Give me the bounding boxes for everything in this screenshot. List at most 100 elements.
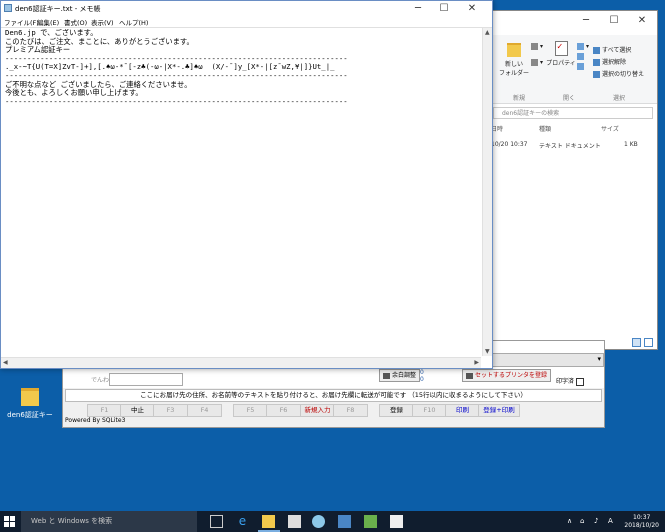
f10-button[interactable]: F10 — [412, 404, 447, 417]
ime-indicator[interactable]: A — [608, 517, 613, 525]
scroll-down-icon[interactable]: ▼ — [485, 348, 490, 355]
phone-label: でんわ — [91, 377, 110, 384]
register-button[interactable]: 登録 — [379, 404, 414, 417]
f6-button[interactable]: F6 — [266, 404, 301, 417]
edge-icon[interactable]: e — [236, 515, 249, 528]
margin-value-left: 0 — [420, 376, 424, 383]
network-icon[interactable]: ⌂ — [580, 517, 584, 525]
notepad-menubar: ファイル(F) 編集(E) 書式(O) 表示(V) ヘルプ(H) — [1, 16, 492, 28]
powered-by-label: Powered By SQLite3 — [65, 417, 126, 424]
text-line: ----------------------------------------… — [5, 96, 348, 106]
explorer-search-input[interactable]: den6認証キーの検索 — [493, 107, 653, 119]
menu-view[interactable]: 表示(V) — [91, 17, 114, 27]
close-icon[interactable]: ✕ — [631, 15, 653, 26]
history-icon[interactable] — [577, 63, 586, 70]
clock-time: 10:37 — [633, 514, 651, 521]
ribbon-group-new: 新規 — [513, 95, 526, 102]
select-none-button[interactable]: 選択解除 — [593, 57, 626, 66]
print-button[interactable]: 印刷 — [445, 404, 480, 417]
file-size[interactable]: 1 KB — [624, 141, 638, 148]
margin-value-top: 0 — [420, 369, 424, 376]
volume-icon[interactable]: ♪ — [594, 517, 598, 525]
margin-adjust-button[interactable]: 余白調整 — [379, 369, 421, 382]
notepad-titlebar[interactable]: den6認証キー.txt - メモ帳 ─ ☐ ✕ — [1, 1, 492, 16]
printer-icon — [383, 372, 390, 379]
new-folder-button[interactable]: 新しい フォルダー — [497, 43, 531, 77]
new-entry-button[interactable]: 新規入力 — [300, 404, 335, 417]
scroll-up-icon[interactable]: ▲ — [485, 29, 490, 36]
properties-icon: ✓ — [554, 41, 568, 56]
notepad-title: den6認証キー.txt - メモ帳 — [15, 5, 101, 13]
menu-file[interactable]: ファイル(F) — [4, 17, 39, 27]
paste-area-note[interactable]: ここにお届け先の住所、お名前等のテキストを貼り付けると、お届け先欄に転送が可能で… — [65, 389, 602, 402]
open-icon[interactable]: ▾ — [577, 43, 589, 50]
cancel-button[interactable]: 中止 — [120, 404, 155, 417]
checkbox-icon — [576, 377, 585, 386]
file-type[interactable]: テキスト ドキュメント — [539, 141, 601, 150]
store-icon[interactable] — [288, 515, 301, 528]
app-icon-1[interactable] — [312, 515, 325, 528]
chevron-down-icon: ▾ — [597, 355, 601, 363]
details-view-icon[interactable] — [632, 338, 641, 347]
register-and-print-button[interactable]: 登録+印刷 — [478, 404, 520, 417]
maximize-icon[interactable]: ☐ — [433, 3, 455, 14]
horizontal-scrollbar[interactable]: ◀ ▶ — [1, 357, 481, 368]
printer-select[interactable]: ▾ — [482, 353, 604, 367]
menu-edit[interactable]: 編集(E) — [37, 17, 59, 27]
maximize-icon[interactable]: ☐ — [603, 15, 625, 26]
menu-format[interactable]: 書式(O) — [64, 17, 87, 27]
taskbar-search-input[interactable]: Web と Windows を検索 — [21, 511, 197, 532]
explorer-ribbon: 新しい フォルダー ▾ ▾ 新規 ✓ プロパティ ▾ 開く すべて選択 選択解除… — [489, 35, 657, 104]
easy-access-icon[interactable]: ▾ — [531, 59, 543, 66]
notepad-window: den6認証キー.txt - メモ帳 ─ ☐ ✕ ファイル(F) 編集(E) 書… — [0, 0, 493, 369]
f1-button[interactable]: F1 — [87, 404, 122, 417]
function-key-bar: F1 中止 F3 F4 F5 F6 新規入力 F8 登録 F10 印刷 登録+印… — [63, 403, 604, 417]
edit-icon[interactable] — [577, 53, 586, 60]
text-line: このたびは、ご注文、まことに、ありがとうございます。 — [5, 36, 194, 46]
desktop-icon-label: den6認証キー — [7, 411, 53, 419]
minimize-icon[interactable]: ─ — [407, 3, 429, 14]
new-folder-icon — [507, 43, 521, 57]
printed-checkbox[interactable]: 印字済 — [556, 376, 585, 386]
phone-input[interactable] — [109, 373, 183, 386]
select-all-button[interactable]: すべて選択 — [593, 45, 631, 54]
file-date[interactable]: 10/20 10:37 — [491, 141, 528, 148]
large-icons-view-icon[interactable] — [644, 338, 653, 347]
task-view-icon[interactable] — [210, 515, 223, 528]
properties-button[interactable]: ✓ プロパティ — [545, 41, 577, 67]
f3-button[interactable]: F3 — [153, 404, 188, 417]
desktop-folder-icon[interactable]: den6認証キー — [5, 388, 55, 420]
start-button[interactable] — [4, 516, 15, 527]
folder-icon — [21, 388, 39, 406]
f4-button[interactable]: F4 — [187, 404, 222, 417]
windows-logo-icon — [4, 516, 9, 521]
app-icon-3[interactable] — [364, 515, 377, 528]
taskbar: Web と Windows を検索 e ∧ ⌂ ♪ A 10:37 2018/1… — [0, 511, 665, 532]
taskbar-clock[interactable]: 10:37 2018/10/20 — [624, 514, 659, 530]
app-icon-2[interactable] — [338, 515, 351, 528]
close-icon[interactable]: ✕ — [461, 3, 483, 14]
register-printer-button[interactable]: セットするプリンタを登録 — [462, 369, 552, 382]
column-type[interactable]: 種類 — [539, 124, 551, 133]
notepad-icon — [4, 4, 12, 12]
f8-button[interactable]: F8 — [333, 404, 368, 417]
ribbon-group-select: 選択 — [613, 95, 626, 102]
clock-date: 2018/10/20 — [624, 522, 659, 529]
notepad-text-area[interactable]: Den6.jp で、ございます。 このたびは、ご注文、まことに、ありがとうございま… — [5, 29, 475, 355]
scroll-right-icon[interactable]: ▶ — [474, 359, 479, 366]
f5-button[interactable]: F5 — [233, 404, 268, 417]
column-size[interactable]: サイズ — [601, 124, 619, 133]
ribbon-group-open: 開く — [563, 95, 576, 102]
select-all-icon — [593, 47, 600, 54]
scroll-left-icon[interactable]: ◀ — [3, 359, 8, 366]
printer-icon — [466, 372, 473, 379]
explorer-window: ─ ☐ ✕ 新しい フォルダー ▾ ▾ 新規 ✓ プロパティ ▾ 開く すべて選… — [488, 10, 658, 350]
menu-help[interactable]: ヘルプ(H) — [119, 17, 148, 27]
tray-chevron-icon[interactable]: ∧ — [567, 517, 572, 525]
minimize-icon[interactable]: ─ — [575, 15, 597, 26]
new-item-icon[interactable]: ▾ — [531, 43, 543, 50]
app-icon-4[interactable] — [390, 515, 403, 528]
invert-selection-button[interactable]: 選択の切り替え — [593, 69, 644, 78]
vertical-scrollbar[interactable]: ▲ ▼ — [482, 28, 492, 356]
file-explorer-icon[interactable] — [262, 515, 275, 528]
